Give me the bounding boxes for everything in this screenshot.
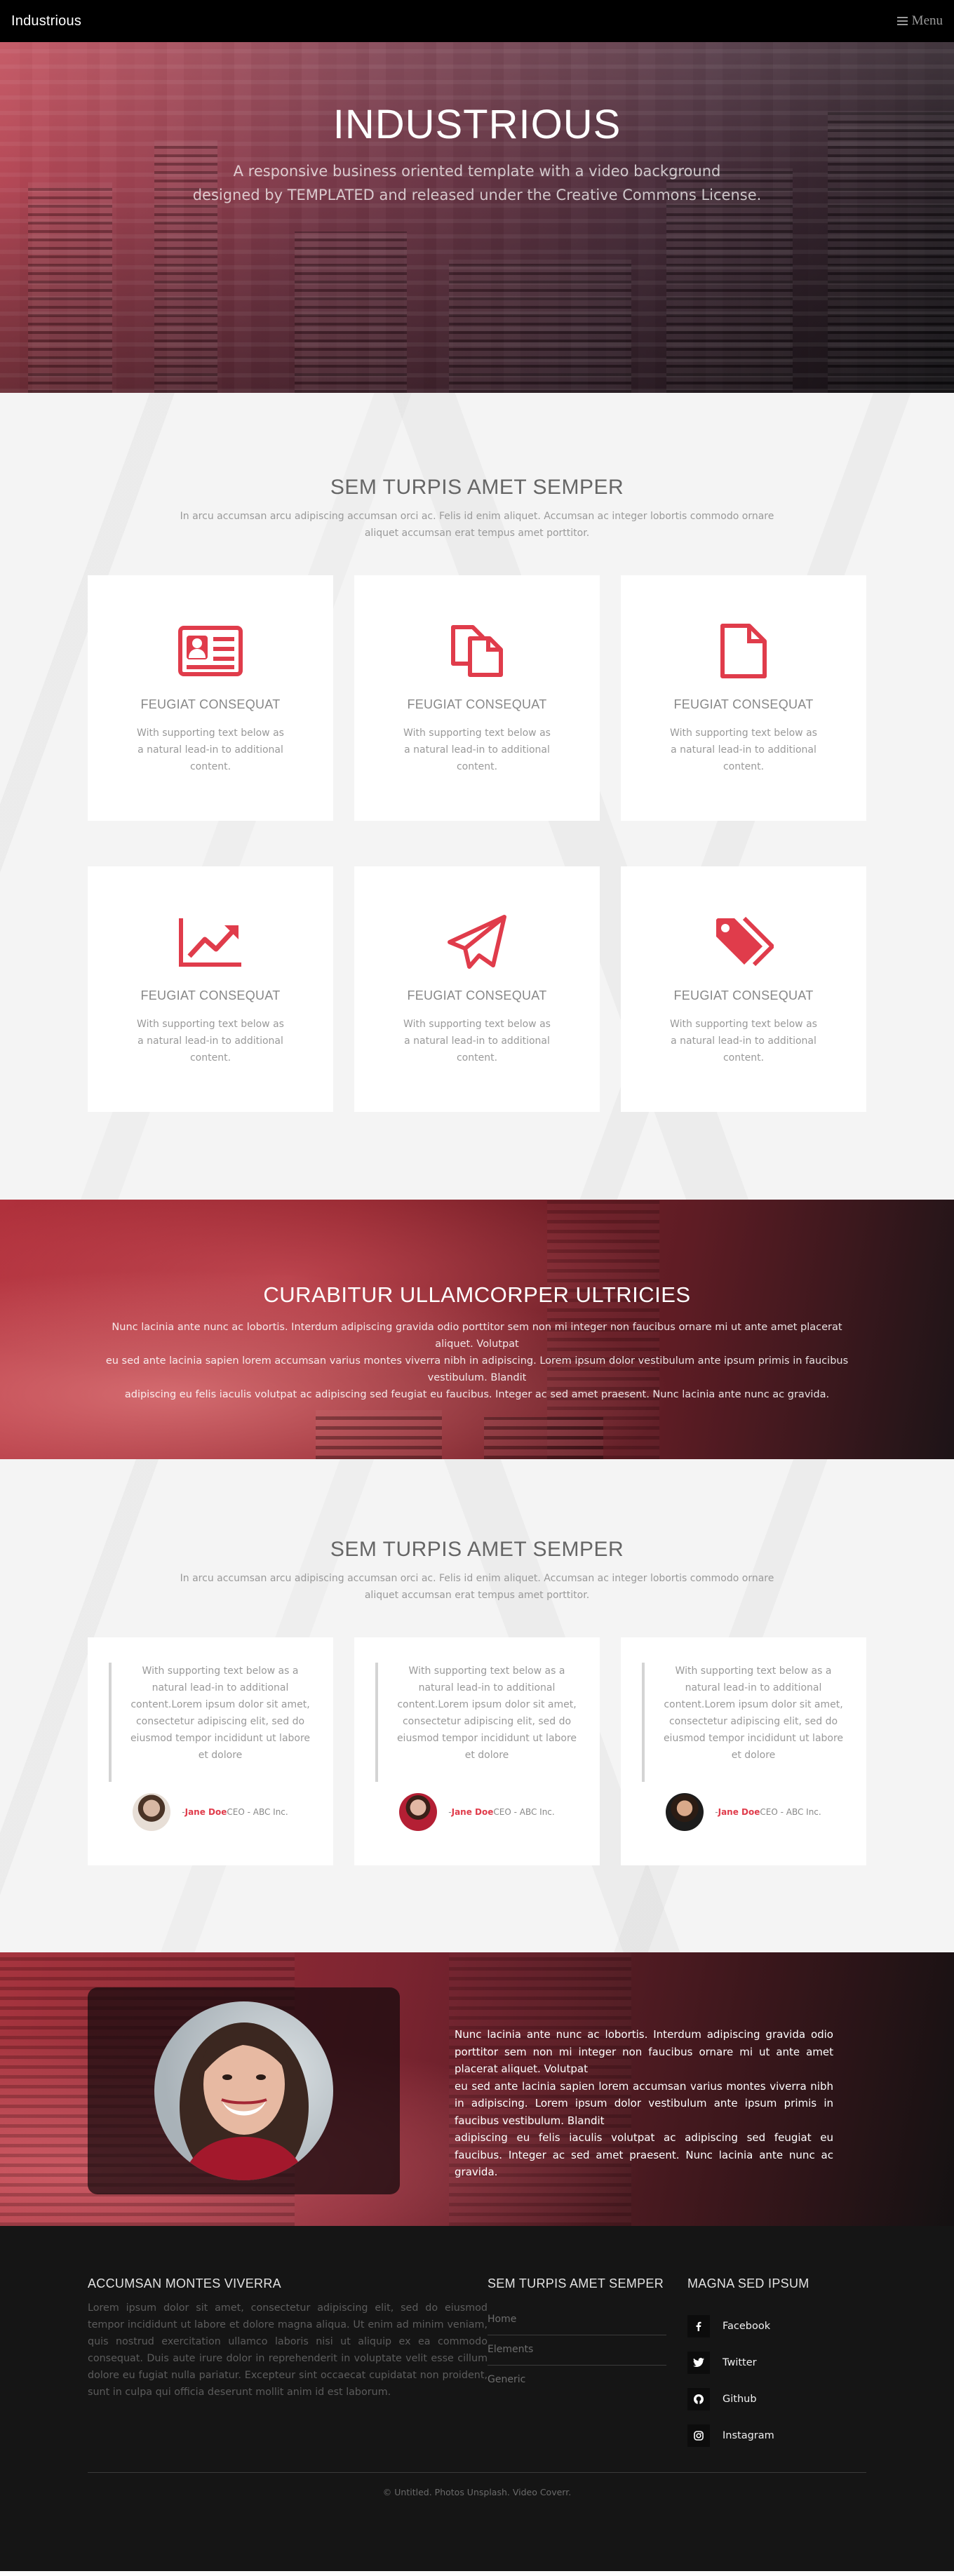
footer-heading: SEM TURPIS AMET SEMPER (488, 2276, 664, 2290)
features-section: SEM TURPIS AMET SEMPER In arcu accumsan … (0, 393, 954, 1200)
menu-label: Menu (911, 13, 943, 28)
instagram-icon (687, 2424, 710, 2447)
feature-text: With supporting text below as a natural … (137, 727, 284, 772)
site-footer: ACCUMSAN MONTES VIVERRA Lorem ipsum dolo… (0, 2226, 954, 2571)
feature-title: FEUGIAT CONSEQUAT (673, 988, 814, 1002)
social-facebook[interactable]: Facebook (687, 2308, 809, 2344)
feature-text: With supporting text below as a natural … (403, 727, 551, 772)
feature-card: FEUGIAT CONSEQUAT With supporting text b… (88, 866, 333, 1112)
cta-section: CURABITUR ULLAMCORPER ULTRICIES Nunc lac… (0, 1200, 954, 1459)
section-title: SEM TURPIS AMET SEMPER (330, 1538, 624, 1561)
id-card-icon (88, 623, 333, 679)
github-icon (687, 2388, 710, 2410)
author-role: CEO - ABC Inc. (760, 1807, 821, 1817)
twitter-icon (687, 2352, 710, 2374)
feature-card: FEUGIAT CONSEQUAT With supporting text b… (354, 866, 600, 1112)
testimonials-section: SEM TURPIS AMET SEMPER In arcu accumsan … (0, 1459, 954, 1952)
avatar (666, 1793, 704, 1831)
profile-card (88, 1987, 400, 2194)
testimonial-card: With supporting text below as a natural … (621, 1637, 866, 1865)
testimonial-card: With supporting text below as a natural … (354, 1637, 600, 1865)
social-twitter[interactable]: Twitter (687, 2344, 809, 2381)
copyright: © Untitled. Photos Unsplash. Video Cover… (382, 2487, 572, 2497)
avatar (133, 1793, 171, 1831)
hero-subtitle: A responsive business oriented template … (192, 163, 762, 203)
hero-title: INDUSTRIOUS (332, 102, 622, 147)
footer-link-home[interactable]: Home (488, 2305, 666, 2335)
feature-card: FEUGIAT CONSEQUAT With supporting text b… (88, 575, 333, 821)
footer-heading: ACCUMSAN MONTES VIVERRA (88, 2276, 281, 2290)
cta-text: Nunc lacinia ante nunc ac lobortis. Inte… (105, 1322, 849, 1400)
testimonial-author: - Jane Doe CEO - ABC Inc. (642, 1793, 845, 1831)
author-name: Jane Doe (451, 1807, 494, 1817)
hamburger-icon (896, 17, 908, 25)
footer-divider (88, 2472, 866, 2473)
author-role: CEO - ABC Inc. (227, 1807, 288, 1817)
testimonial-author: - Jane Doe CEO - ABC Inc. (375, 1793, 579, 1831)
feature-grid: FEUGIAT CONSEQUAT With supporting text b… (88, 575, 866, 1112)
paper-plane-icon (354, 914, 600, 970)
footer-link-elements[interactable]: Elements (488, 2335, 666, 2366)
feature-title: FEUGIAT CONSEQUAT (140, 988, 281, 1002)
footer-heading: MAGNA SED IPSUM (687, 2276, 809, 2290)
chart-line-icon (88, 914, 333, 970)
feature-title: FEUGIAT CONSEQUAT (407, 697, 547, 711)
feature-text: With supporting text below as a natural … (670, 1019, 817, 1064)
avatar (399, 1793, 438, 1831)
tags-icon (621, 914, 866, 970)
testimonial-quote: With supporting text below as a natural … (642, 1663, 845, 1782)
social-github[interactable]: Github (687, 2381, 809, 2417)
profile-photo (154, 2001, 333, 2180)
section-title: SEM TURPIS AMET SEMPER (330, 476, 624, 499)
footer-social: MAGNA SED IPSUM Facebook Twitter Github … (687, 2276, 809, 2454)
site-logo[interactable]: Industrious (11, 13, 81, 29)
feature-title: FEUGIAT CONSEQUAT (140, 697, 281, 711)
cta-title: CURABITUR ULLAMCORPER ULTRICIES (263, 1282, 691, 1307)
testimonial-quote: With supporting text below as a natural … (375, 1663, 579, 1782)
footer-link-generic[interactable]: Generic (488, 2366, 666, 2395)
author-role: CEO - ABC Inc. (493, 1807, 555, 1817)
feature-title: FEUGIAT CONSEQUAT (673, 697, 814, 711)
footer-about-text: Lorem ipsum dolor sit amet, consectetur … (88, 2302, 488, 2398)
profile-section: Nunc lacinia ante nunc ac lobortis. Inte… (0, 1952, 954, 2226)
file-icon (621, 623, 866, 679)
testimonial-quote: With supporting text below as a natural … (109, 1663, 312, 1782)
section-intro: In arcu accumsan arcu adipiscing accumsa… (180, 511, 774, 539)
author-name: Jane Doe (184, 1807, 227, 1817)
menu-button[interactable]: Menu (896, 13, 943, 29)
feature-card: FEUGIAT CONSEQUAT With supporting text b… (621, 575, 866, 821)
feature-title: FEUGIAT CONSEQUAT (407, 988, 547, 1002)
footer-about: ACCUMSAN MONTES VIVERRA Lorem ipsum dolo… (88, 2276, 488, 2454)
testimonial-card: With supporting text below as a natural … (88, 1637, 333, 1865)
feature-card: FEUGIAT CONSEQUAT With supporting text b… (621, 866, 866, 1112)
feature-text: With supporting text below as a natural … (403, 1019, 551, 1064)
feature-text: With supporting text below as a natural … (670, 727, 817, 772)
profile-text: Nunc lacinia ante nunc ac lobortis. Inte… (455, 2028, 833, 2178)
footer-links: SEM TURPIS AMET SEMPER Home Elements Gen… (488, 2276, 687, 2454)
copy-icon (354, 623, 600, 679)
facebook-icon (687, 2315, 710, 2337)
testimonial-author: - Jane Doe CEO - ABC Inc. (109, 1793, 312, 1831)
author-name: Jane Doe (718, 1807, 760, 1817)
social-instagram[interactable]: Instagram (687, 2417, 809, 2454)
section-intro: In arcu accumsan arcu adipiscing accumsa… (180, 1573, 774, 1601)
feature-card: FEUGIAT CONSEQUAT With supporting text b… (354, 575, 600, 821)
testimonial-grid: With supporting text below as a natural … (88, 1637, 866, 1865)
hero-banner: INDUSTRIOUS A responsive business orient… (0, 42, 954, 393)
site-header: Industrious Menu (0, 0, 954, 42)
feature-text: With supporting text below as a natural … (137, 1019, 284, 1064)
